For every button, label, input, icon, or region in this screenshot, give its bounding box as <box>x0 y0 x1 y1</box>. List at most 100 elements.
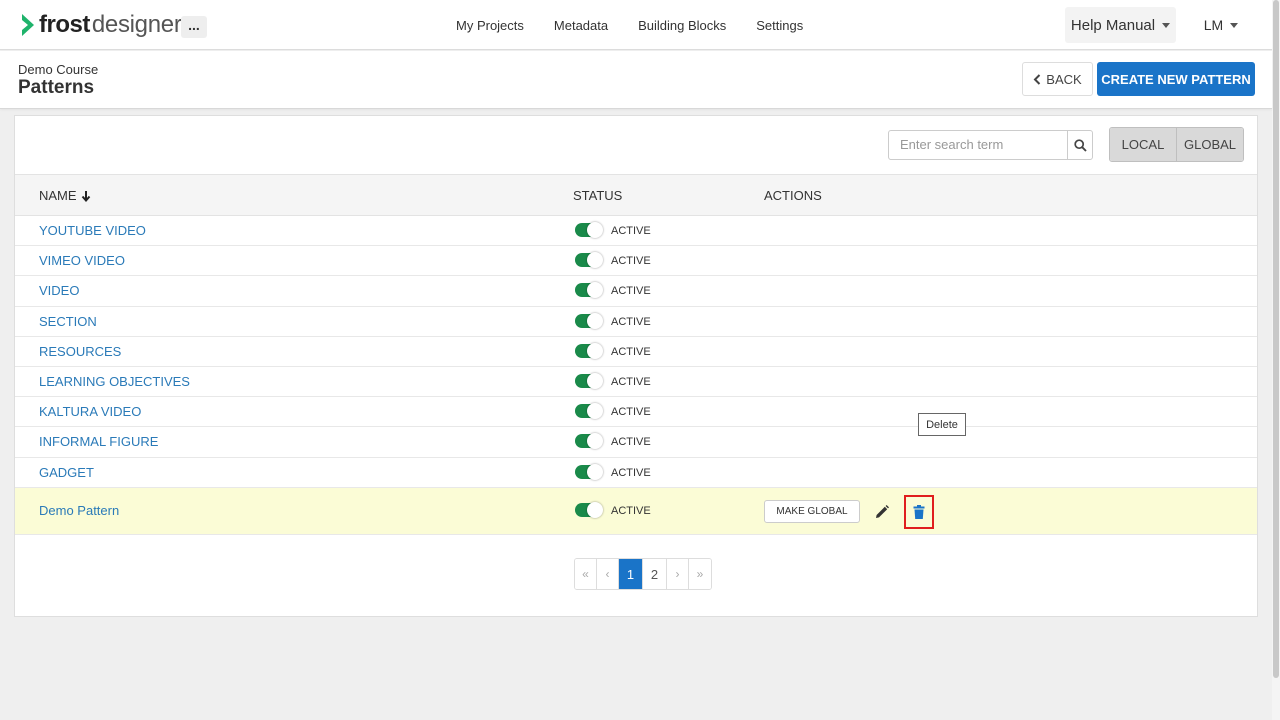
trash-icon <box>913 504 925 519</box>
page-header: Demo Course Patterns BACK CREATE NEW PAT… <box>0 51 1272 109</box>
pattern-name-link[interactable]: SECTION <box>39 314 97 329</box>
make-global-button[interactable]: MAKE GLOBAL <box>764 499 860 523</box>
pagination-next[interactable]: › <box>667 559 689 589</box>
pagination-last[interactable]: » <box>689 559 711 589</box>
status-label: ACTIVE <box>611 436 651 449</box>
sort-arrow-down-icon <box>81 190 90 202</box>
status-toggle[interactable] <box>575 342 603 359</box>
page-title: Patterns <box>18 77 95 98</box>
toggle-knob <box>587 312 603 329</box>
status-label: ACTIVE <box>611 285 651 298</box>
status-toggle[interactable] <box>575 403 603 420</box>
frost-designer-logo[interactable]: frost designer <box>20 10 182 40</box>
pencil-edit-icon[interactable] <box>874 504 890 520</box>
toggle-knob <box>587 282 603 299</box>
status-label: ACTIVE <box>611 345 651 358</box>
pagination-first[interactable]: « <box>575 559 597 589</box>
column-header-status: STATUS <box>573 188 623 203</box>
toggle-knob <box>587 501 603 518</box>
main-nav: My Projects Metadata Building Blocks Set… <box>441 0 818 50</box>
pagination: « ‹ 1 2 › » <box>574 558 712 590</box>
status-label: ACTIVE <box>611 466 651 479</box>
table-header: NAME STATUS ACTIONS <box>15 174 1257 216</box>
logo-text-designer: designer <box>91 11 182 38</box>
caret-down-icon <box>1230 22 1239 28</box>
pattern-name-link[interactable]: YOUTUBE VIDEO <box>39 223 146 238</box>
caret-down-icon <box>1162 22 1171 28</box>
table-row: KALTURA VIDEO ACTIVE <box>15 397 1257 428</box>
status-toggle[interactable] <box>575 463 603 480</box>
toggle-knob <box>587 372 603 389</box>
column-header-name[interactable]: NAME <box>39 188 91 203</box>
status-toggle[interactable] <box>575 252 603 269</box>
table-row: VIDEO ACTIVE <box>15 276 1257 307</box>
pattern-name-link[interactable]: Demo Pattern <box>39 503 119 518</box>
status-toggle[interactable] <box>575 282 603 299</box>
toggle-knob <box>587 433 603 450</box>
column-header-actions: ACTIONS <box>764 188 822 203</box>
back-button-label: BACK <box>1046 71 1082 87</box>
table-row: INFORMAL FIGURE ACTIVE <box>15 427 1257 458</box>
logo-chevron-icon <box>22 14 34 36</box>
status-toggle[interactable] <box>575 501 603 518</box>
toggle-knob <box>587 252 603 269</box>
pattern-name-link[interactable]: INFORMAL FIGURE <box>39 434 158 449</box>
scope-local-button[interactable]: LOCAL <box>1110 128 1176 161</box>
status-label: ACTIVE <box>611 255 651 268</box>
status-label: ACTIVE <box>611 406 651 419</box>
scope-toggle-group: LOCAL GLOBAL <box>1109 127 1244 162</box>
status-label: ACTIVE <box>611 315 651 328</box>
status-label: ACTIVE <box>611 504 651 517</box>
search-icon <box>1073 138 1087 152</box>
scrollbar-thumb[interactable] <box>1273 0 1279 678</box>
status-toggle[interactable] <box>575 312 603 329</box>
pattern-name-link[interactable]: LEARNING OBJECTIVES <box>39 374 190 389</box>
pagination-page-2[interactable]: 2 <box>643 559 667 589</box>
nav-settings[interactable]: Settings <box>741 18 818 33</box>
status-toggle[interactable] <box>575 433 603 450</box>
toggle-knob <box>587 222 603 238</box>
back-button[interactable]: BACK <box>1022 62 1093 96</box>
search-input[interactable]: Enter search term <box>888 130 1068 160</box>
chevron-left-icon <box>1033 73 1041 85</box>
toggle-knob <box>587 342 603 359</box>
status-toggle[interactable] <box>575 222 603 238</box>
table-row: VIMEO VIDEO ACTIVE <box>15 246 1257 277</box>
nav-building-blocks[interactable]: Building Blocks <box>623 18 741 33</box>
pagination-page-1[interactable]: 1 <box>619 559 643 589</box>
pattern-name-link[interactable]: RESOURCES <box>39 344 121 359</box>
more-menu-button[interactable]: ... <box>181 16 207 38</box>
nav-my-projects[interactable]: My Projects <box>441 18 539 33</box>
patterns-table-body: YOUTUBE VIDEO ACTIVE VIMEO VIDEO ACTIVE … <box>15 216 1257 535</box>
delete-tooltip: Delete <box>918 413 966 436</box>
status-toggle[interactable] <box>575 372 603 389</box>
patterns-panel: Enter search term LOCAL GLOBAL NAME STAT… <box>14 115 1258 617</box>
table-row-hovered: Demo Pattern ACTIVE MAKE GLOBAL <box>15 487 1257 535</box>
pattern-name-link[interactable]: VIDEO <box>39 283 79 298</box>
delete-button[interactable] <box>904 494 934 529</box>
course-name: Demo Course <box>18 62 99 77</box>
pattern-name-link[interactable]: VIMEO VIDEO <box>39 253 125 268</box>
user-menu-dropdown[interactable]: LM <box>1196 7 1246 43</box>
pattern-name-link[interactable]: KALTURA VIDEO <box>39 404 141 419</box>
page-scrollbar[interactable] <box>1272 0 1280 720</box>
help-manual-label: Help Manual <box>1070 16 1156 34</box>
pattern-name-link[interactable]: GADGET <box>39 465 94 480</box>
top-navbar: frost designer ... My Projects Metadata … <box>0 0 1272 50</box>
help-manual-dropdown[interactable]: Help Manual <box>1065 7 1176 43</box>
table-row: GADGET ACTIVE <box>15 458 1257 488</box>
status-label: ACTIVE <box>611 225 651 237</box>
user-initials: LM <box>1203 17 1224 33</box>
table-row: RESOURCES ACTIVE <box>15 337 1257 367</box>
search-button[interactable] <box>1067 130 1093 160</box>
table-row: LEARNING OBJECTIVES ACTIVE <box>15 367 1257 398</box>
table-row: YOUTUBE VIDEO ACTIVE <box>15 216 1257 247</box>
nav-metadata[interactable]: Metadata <box>539 18 623 33</box>
create-new-pattern-button[interactable]: CREATE NEW PATTERN <box>1097 62 1255 96</box>
toggle-knob <box>587 463 603 480</box>
logo-text-frost: frost <box>39 11 90 38</box>
scope-global-button[interactable]: GLOBAL <box>1176 128 1243 161</box>
status-label: ACTIVE <box>611 375 651 388</box>
table-row: SECTION ACTIVE <box>15 307 1257 337</box>
pagination-prev[interactable]: ‹ <box>597 559 619 589</box>
